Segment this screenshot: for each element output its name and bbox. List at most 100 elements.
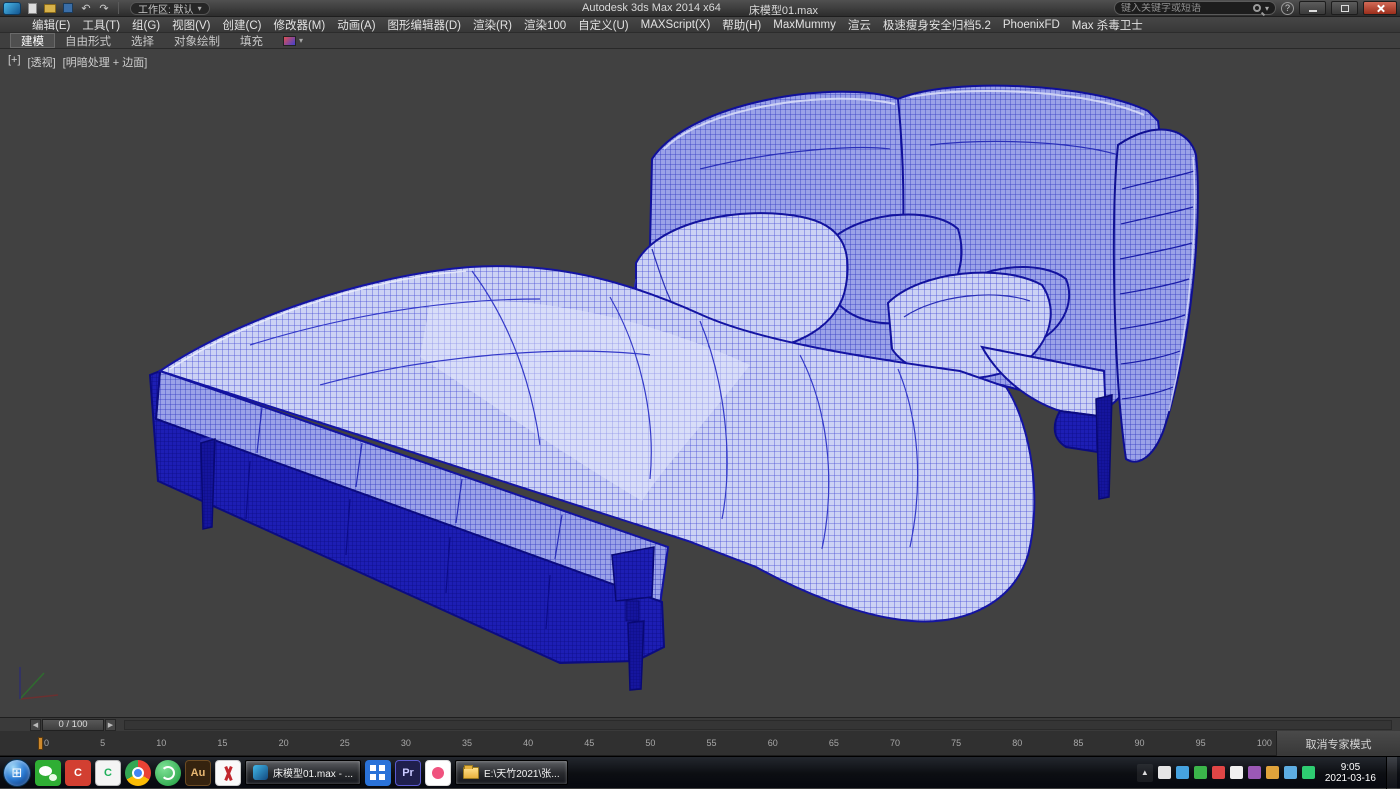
ribbon-tab[interactable]: 建模 bbox=[10, 33, 55, 48]
taskbar-clock[interactable]: 9:05 2021-03-16 bbox=[1325, 762, 1376, 784]
timeline-tick-label: 65 bbox=[829, 738, 839, 748]
search-icon[interactable] bbox=[1253, 4, 1261, 12]
show-desktop-button[interactable] bbox=[1386, 757, 1397, 789]
time-slider-track[interactable] bbox=[124, 720, 1392, 730]
red-character-app-icon[interactable] bbox=[215, 760, 241, 786]
new-file-icon[interactable] bbox=[25, 2, 39, 15]
taskbar-window-button-explorer[interactable]: E:\天竹2021\张... bbox=[455, 760, 568, 785]
timeline-tick-label: 10 bbox=[156, 738, 166, 748]
blue-tiles-app-icon[interactable] bbox=[365, 760, 391, 786]
ribbon-gradient-swatch-icon[interactable] bbox=[283, 36, 296, 46]
app-title: Autodesk 3ds Max 2014 x64 bbox=[582, 2, 721, 18]
redo-icon[interactable]: ↷ bbox=[97, 2, 111, 15]
tray-icon-7[interactable] bbox=[1266, 766, 1279, 779]
windows-logo-icon: ⊞ bbox=[12, 765, 23, 781]
tray-icon-8[interactable] bbox=[1284, 766, 1297, 779]
menu-item[interactable]: 组(G) bbox=[126, 17, 166, 33]
menu-item[interactable]: 渲云 bbox=[842, 17, 877, 33]
open-file-icon[interactable] bbox=[43, 2, 57, 15]
workspace-label: 工作区: 默认 bbox=[138, 1, 194, 16]
menu-item[interactable]: 创建(C) bbox=[216, 17, 267, 33]
menu-item[interactable]: 动画(A) bbox=[331, 17, 381, 33]
ribbon-tab[interactable]: 填充 bbox=[230, 33, 273, 48]
app-letter: C bbox=[74, 767, 82, 779]
tray-icon-4[interactable] bbox=[1212, 766, 1225, 779]
tray-icon-3[interactable] bbox=[1194, 766, 1207, 779]
timeline-tick-label: 100 bbox=[1257, 738, 1272, 748]
undo-icon[interactable]: ↶ bbox=[79, 2, 93, 15]
green-browser-icon[interactable] bbox=[155, 760, 181, 786]
menu-item[interactable]: MAXScript(X) bbox=[635, 19, 717, 31]
document-name: 床模型01.max bbox=[749, 2, 818, 18]
chrome-icon[interactable] bbox=[125, 760, 151, 786]
frame-indicator: 0 / 100 bbox=[58, 719, 87, 730]
bed-wireframe-model[interactable] bbox=[0, 49, 1400, 717]
taskbar-icons-mid: Pr bbox=[365, 760, 451, 786]
menu-item[interactable]: 帮助(H) bbox=[716, 17, 767, 33]
ribbon-tab[interactable]: 选择 bbox=[121, 33, 164, 48]
timeline-tick-label: 95 bbox=[1196, 738, 1206, 748]
menu-item[interactable]: 编辑(E) bbox=[26, 17, 76, 33]
timeline-tick-label: 30 bbox=[401, 738, 411, 748]
folder-icon bbox=[463, 767, 479, 779]
start-button[interactable]: ⊞ bbox=[3, 759, 31, 787]
tray-chevron-icon[interactable]: ▲ bbox=[1137, 764, 1153, 782]
menu-item[interactable]: PhoenixFD bbox=[997, 19, 1066, 31]
menu-bar: 编辑(E)工具(T)组(G)视图(V)创建(C)修改器(M)动画(A)图形编辑器… bbox=[0, 17, 1400, 33]
expert-mode-label: 取消专家模式 bbox=[1306, 736, 1372, 752]
next-frame-button[interactable]: ▶ bbox=[105, 719, 116, 731]
pink-app-icon[interactable] bbox=[425, 760, 451, 786]
premiere-icon[interactable]: Pr bbox=[395, 760, 421, 786]
red-c-app-icon[interactable]: C bbox=[65, 760, 91, 786]
viewport-pov-menu[interactable]: [透视] bbox=[28, 54, 56, 70]
menu-item[interactable]: 视图(V) bbox=[166, 17, 216, 33]
menu-item[interactable]: 工具(T) bbox=[76, 17, 126, 33]
tray-icon-5[interactable] bbox=[1230, 766, 1243, 779]
expert-mode-button[interactable]: 取消专家模式 bbox=[1276, 731, 1400, 756]
chevron-down-icon[interactable]: ▾ bbox=[299, 36, 303, 45]
teal-c-app-icon[interactable]: C bbox=[95, 760, 121, 786]
menu-item[interactable]: Max 杀毒卫士 bbox=[1066, 17, 1149, 33]
menu-item[interactable]: 极速瘦身安全归档5.2 bbox=[877, 17, 997, 33]
tray-icon-2[interactable] bbox=[1176, 766, 1189, 779]
search-input[interactable] bbox=[1121, 3, 1249, 14]
system-tray: ▲ 9:05 2021-03-16 bbox=[1137, 757, 1397, 789]
viewport-label: [+] [透视] [明暗处理 + 边面] bbox=[8, 54, 147, 70]
ribbon-tab[interactable]: 自由形式 bbox=[55, 33, 121, 48]
close-button[interactable] bbox=[1363, 1, 1397, 15]
menu-item[interactable]: MaxMummy bbox=[767, 19, 842, 31]
menu-item[interactable]: 渲染(R) bbox=[467, 17, 518, 33]
menu-item[interactable]: 渲染100 bbox=[518, 17, 572, 33]
viewport-shading-menu[interactable]: [明暗处理 + 边面] bbox=[63, 54, 148, 70]
previous-frame-button[interactable]: ◀ bbox=[30, 719, 41, 731]
save-icon[interactable] bbox=[61, 2, 75, 15]
tray-icon-1[interactable] bbox=[1158, 766, 1171, 779]
menu-item[interactable]: 自定义(U) bbox=[572, 17, 634, 33]
help-icon[interactable]: ? bbox=[1281, 2, 1294, 15]
current-frame-marker[interactable] bbox=[38, 737, 43, 750]
taskbar-window-button-max[interactable]: 床模型01.max - ... bbox=[245, 760, 361, 785]
clock-time: 9:05 bbox=[1325, 762, 1376, 773]
viewport-general-menu[interactable]: [+] bbox=[8, 54, 21, 70]
menu-item[interactable]: 修改器(M) bbox=[267, 17, 331, 33]
menu-item[interactable]: 图形编辑器(D) bbox=[382, 17, 467, 33]
timeline-tick-label: 15 bbox=[217, 738, 227, 748]
quick-access-toolbar: ↶ ↷ bbox=[3, 2, 122, 15]
timeline-tick-label: 35 bbox=[462, 738, 472, 748]
viewport[interactable]: [+] [透视] [明暗处理 + 边面] bbox=[0, 49, 1400, 717]
timeline-tick-label: 70 bbox=[890, 738, 900, 748]
timeline-tick-label: 90 bbox=[1135, 738, 1145, 748]
chat-app-icon[interactable] bbox=[35, 760, 61, 786]
maximize-button[interactable] bbox=[1331, 1, 1358, 15]
timeline-tick-label: 85 bbox=[1073, 738, 1083, 748]
minimize-button[interactable] bbox=[1299, 1, 1326, 15]
tray-icon-9[interactable] bbox=[1302, 766, 1315, 779]
ribbon-tab[interactable]: 对象绘制 bbox=[164, 33, 230, 48]
tray-icon-6[interactable] bbox=[1248, 766, 1261, 779]
time-slider-handle[interactable]: 0 / 100 bbox=[42, 719, 104, 731]
audition-icon[interactable]: Au bbox=[185, 760, 211, 786]
toolbar-separator bbox=[118, 2, 119, 14]
application-menu-button[interactable] bbox=[3, 2, 21, 15]
workspace-selector[interactable]: 工作区: 默认 ▾ bbox=[130, 2, 210, 15]
search-options-caret-icon[interactable]: ▾ bbox=[1265, 4, 1269, 13]
